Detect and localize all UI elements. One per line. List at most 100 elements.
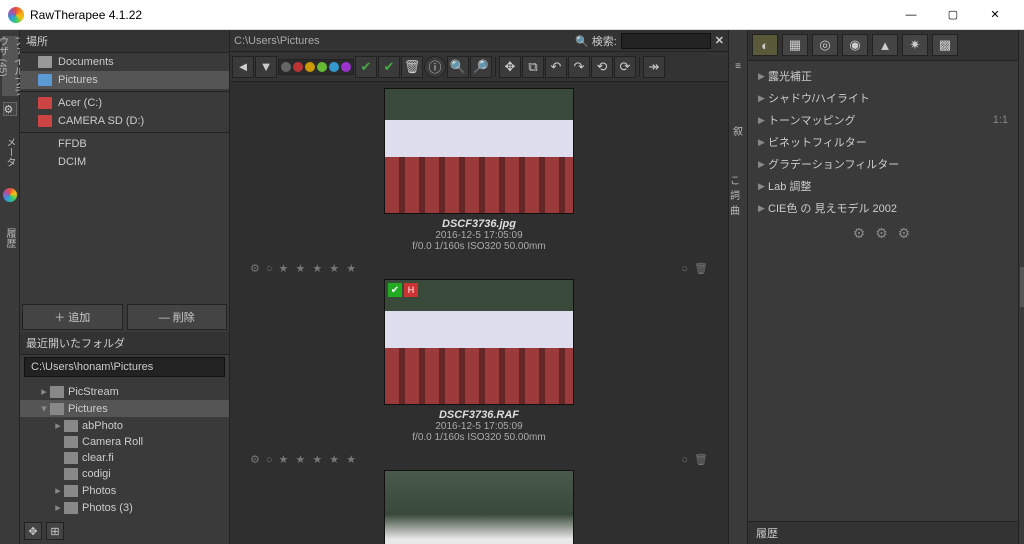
folder-icon (38, 74, 52, 86)
tool-row[interactable]: ▶ビネットフィルター (748, 131, 1018, 153)
browser-path: C:\Users\Pictures (234, 35, 571, 47)
move-icon[interactable]: ✥ (24, 522, 42, 540)
thumbnail-image[interactable] (384, 88, 574, 214)
folder-icon (64, 485, 78, 497)
place-item[interactable]: DCIM (20, 153, 229, 171)
right-tool-tabs: ◐ ▦ ◎ ◉ ▲ ✷ ▩ (748, 30, 1018, 61)
color-label-filter[interactable] (278, 59, 354, 75)
rotate-left-icon[interactable]: ↶ (545, 56, 567, 78)
filter-icon[interactable]: ▼ (255, 56, 277, 78)
tab-history[interactable]: 履歴 (2, 208, 18, 268)
place-item[interactable]: Acer (C:) (20, 94, 229, 112)
undo-icon[interactable]: ⟲ (591, 56, 613, 78)
color-dot[interactable] (341, 62, 351, 72)
tab-file-browser[interactable]: ファイルブラウザ (45) (2, 36, 18, 96)
check-edited-icon[interactable]: ✔ (378, 56, 400, 78)
place-item[interactable]: Pictures (20, 71, 229, 89)
grid-icon[interactable]: ⊞ (46, 522, 64, 540)
pan-icon[interactable]: ✥ (499, 56, 521, 78)
check-unedited-icon[interactable]: ✔ (355, 56, 377, 78)
rating-stars[interactable]: ★ ★ ★ ★ ★ (279, 453, 359, 466)
tool-row[interactable]: ▶CIE色 の 見えモデル 2002 (748, 197, 1018, 219)
expand-icon: ▶ (758, 181, 768, 192)
minimize-button[interactable]: — (890, 1, 932, 29)
trash-icon[interactable]: 🗑 (694, 262, 708, 275)
color-dot[interactable] (317, 62, 327, 72)
toolbar-right-arrow[interactable]: ↠ (643, 56, 665, 78)
gear-icon[interactable]: ⚙ (250, 453, 260, 466)
color-wheel-icon[interactable] (3, 188, 17, 202)
left-vertical-tabs: ファイルブラウザ (45) ⚙ メータ 履歴 (0, 30, 20, 544)
panel-resize-handle[interactable] (1018, 30, 1024, 544)
tool-row[interactable]: ▶Lab 調整 (748, 175, 1018, 197)
tab-meta-icon[interactable]: ▩ (932, 34, 958, 56)
toolbar-left-arrow[interactable]: ◄ (232, 56, 254, 78)
tree-node[interactable]: ▾Pictures (20, 400, 229, 417)
tool-row[interactable]: ▶露光補正 (748, 65, 1018, 87)
thumbnail-item[interactable]: ⚙ ○ ★ ★ ★ ★ ★ ○ 🗑 DSCF3738-1-cropped.jpg… (250, 453, 708, 544)
info-icon[interactable]: ⓘ (424, 56, 446, 78)
thumbnail-item[interactable]: ⚙ ○ ★ ★ ★ ★ ★ ○ 🗑 ✔ H DSCF3736.RAF 2016-… (250, 262, 708, 443)
place-item[interactable]: CAMERA SD (D:) (20, 112, 229, 130)
place-item[interactable]: FFDB (20, 135, 229, 153)
clear-search-button[interactable]: ✕ (715, 34, 724, 47)
zoom-out-icon[interactable]: 🔍 (447, 56, 469, 78)
color-dot[interactable] (305, 62, 315, 72)
tree-node[interactable]: ▸Photos (20, 482, 229, 499)
tool-row[interactable]: ▶シャドウ/ハイライト (748, 87, 1018, 109)
tree-node[interactable]: codigi (20, 466, 229, 482)
tab-color-icon[interactable]: ◎ (812, 34, 838, 56)
processed-badge-icon: ✔ (388, 283, 402, 297)
tab-raw-icon[interactable]: ✷ (902, 34, 928, 56)
tab-transform-icon[interactable]: ▲ (872, 34, 898, 56)
tree-node[interactable]: ▸Photos (3) (20, 499, 229, 516)
thumbnail-badges: ✔ H (388, 283, 418, 297)
rotate-right-icon[interactable]: ↷ (568, 56, 590, 78)
dot-icon: ○ (266, 263, 273, 275)
window-titlebar: RawTherapee 4.1.22 — ▢ ✕ (0, 0, 1024, 30)
tool-row[interactable]: ▶グラデーションフィルター (748, 153, 1018, 175)
tab-meta[interactable]: メータ (2, 122, 18, 182)
redo-icon[interactable]: ⟳ (614, 56, 636, 78)
place-item[interactable]: Documents (20, 53, 229, 71)
tree-node[interactable]: clear.fi (20, 450, 229, 466)
gear-icon[interactable]: ⚙ (250, 262, 260, 275)
divider (20, 91, 229, 92)
thumbnail-meta: DSCF3736.jpg 2016-12-5 17:05:09 f/0.0 1/… (250, 218, 708, 252)
folder-icon (38, 56, 52, 68)
rating-stars[interactable]: ★ ★ ★ ★ ★ (279, 262, 359, 275)
crop-icon[interactable]: ⧉ (522, 56, 544, 78)
trash-icon[interactable]: 🗑 (694, 453, 708, 466)
zoom-in-icon[interactable]: 🔎 (470, 56, 492, 78)
expand-icon: ▶ (758, 137, 768, 148)
recent-path-input[interactable]: C:\Users\honam\Pictures (24, 357, 225, 377)
trash-icon[interactable]: 🗑 (401, 56, 423, 78)
gear-icon[interactable]: ⚙ (3, 102, 17, 116)
tool-row[interactable]: ▶トーンマッピング1:1 (748, 109, 1018, 131)
tree-node[interactable]: Camera Roll (20, 434, 229, 450)
thumbnail-header: ⚙ ○ ★ ★ ★ ★ ★ ○ 🗑 (250, 453, 708, 466)
tab-wavelet-icon[interactable]: ◉ (842, 34, 868, 56)
thumbnail-image[interactable]: ✔ H (384, 279, 574, 405)
color-dot[interactable] (281, 62, 291, 72)
thumbnail-image[interactable] (384, 470, 574, 544)
search-input[interactable] (621, 33, 711, 49)
color-dot[interactable] (293, 62, 303, 72)
hdr-badge-icon: H (404, 283, 418, 297)
tree-node[interactable]: ▸abPhoto (20, 417, 229, 434)
left-panel: 場所 Documents Pictures Acer (C:) CAMERA S… (20, 30, 230, 544)
color-dot[interactable] (329, 62, 339, 72)
tab-exposure-icon[interactable]: ◐ (752, 34, 778, 56)
vtab-icon[interactable]: 叙 (730, 100, 746, 160)
add-place-button[interactable]: ＋ 追加 (22, 304, 123, 330)
vtab-icon[interactable]: ≡ (730, 36, 746, 96)
tab-detail-icon[interactable]: ▦ (782, 34, 808, 56)
close-button[interactable]: ✕ (974, 1, 1016, 29)
tree-node[interactable]: ▸PicStream (20, 383, 229, 400)
thumbnail-item[interactable]: DSCF3736.jpg 2016-12-5 17:05:09 f/0.0 1/… (250, 88, 708, 252)
vtab-icon[interactable]: こ詞曲 (730, 164, 746, 224)
remove-place-button[interactable]: — 削除 (127, 304, 228, 330)
separator (639, 57, 640, 77)
maximize-button[interactable]: ▢ (932, 1, 974, 29)
history-header[interactable]: 履歴 (748, 521, 1018, 544)
